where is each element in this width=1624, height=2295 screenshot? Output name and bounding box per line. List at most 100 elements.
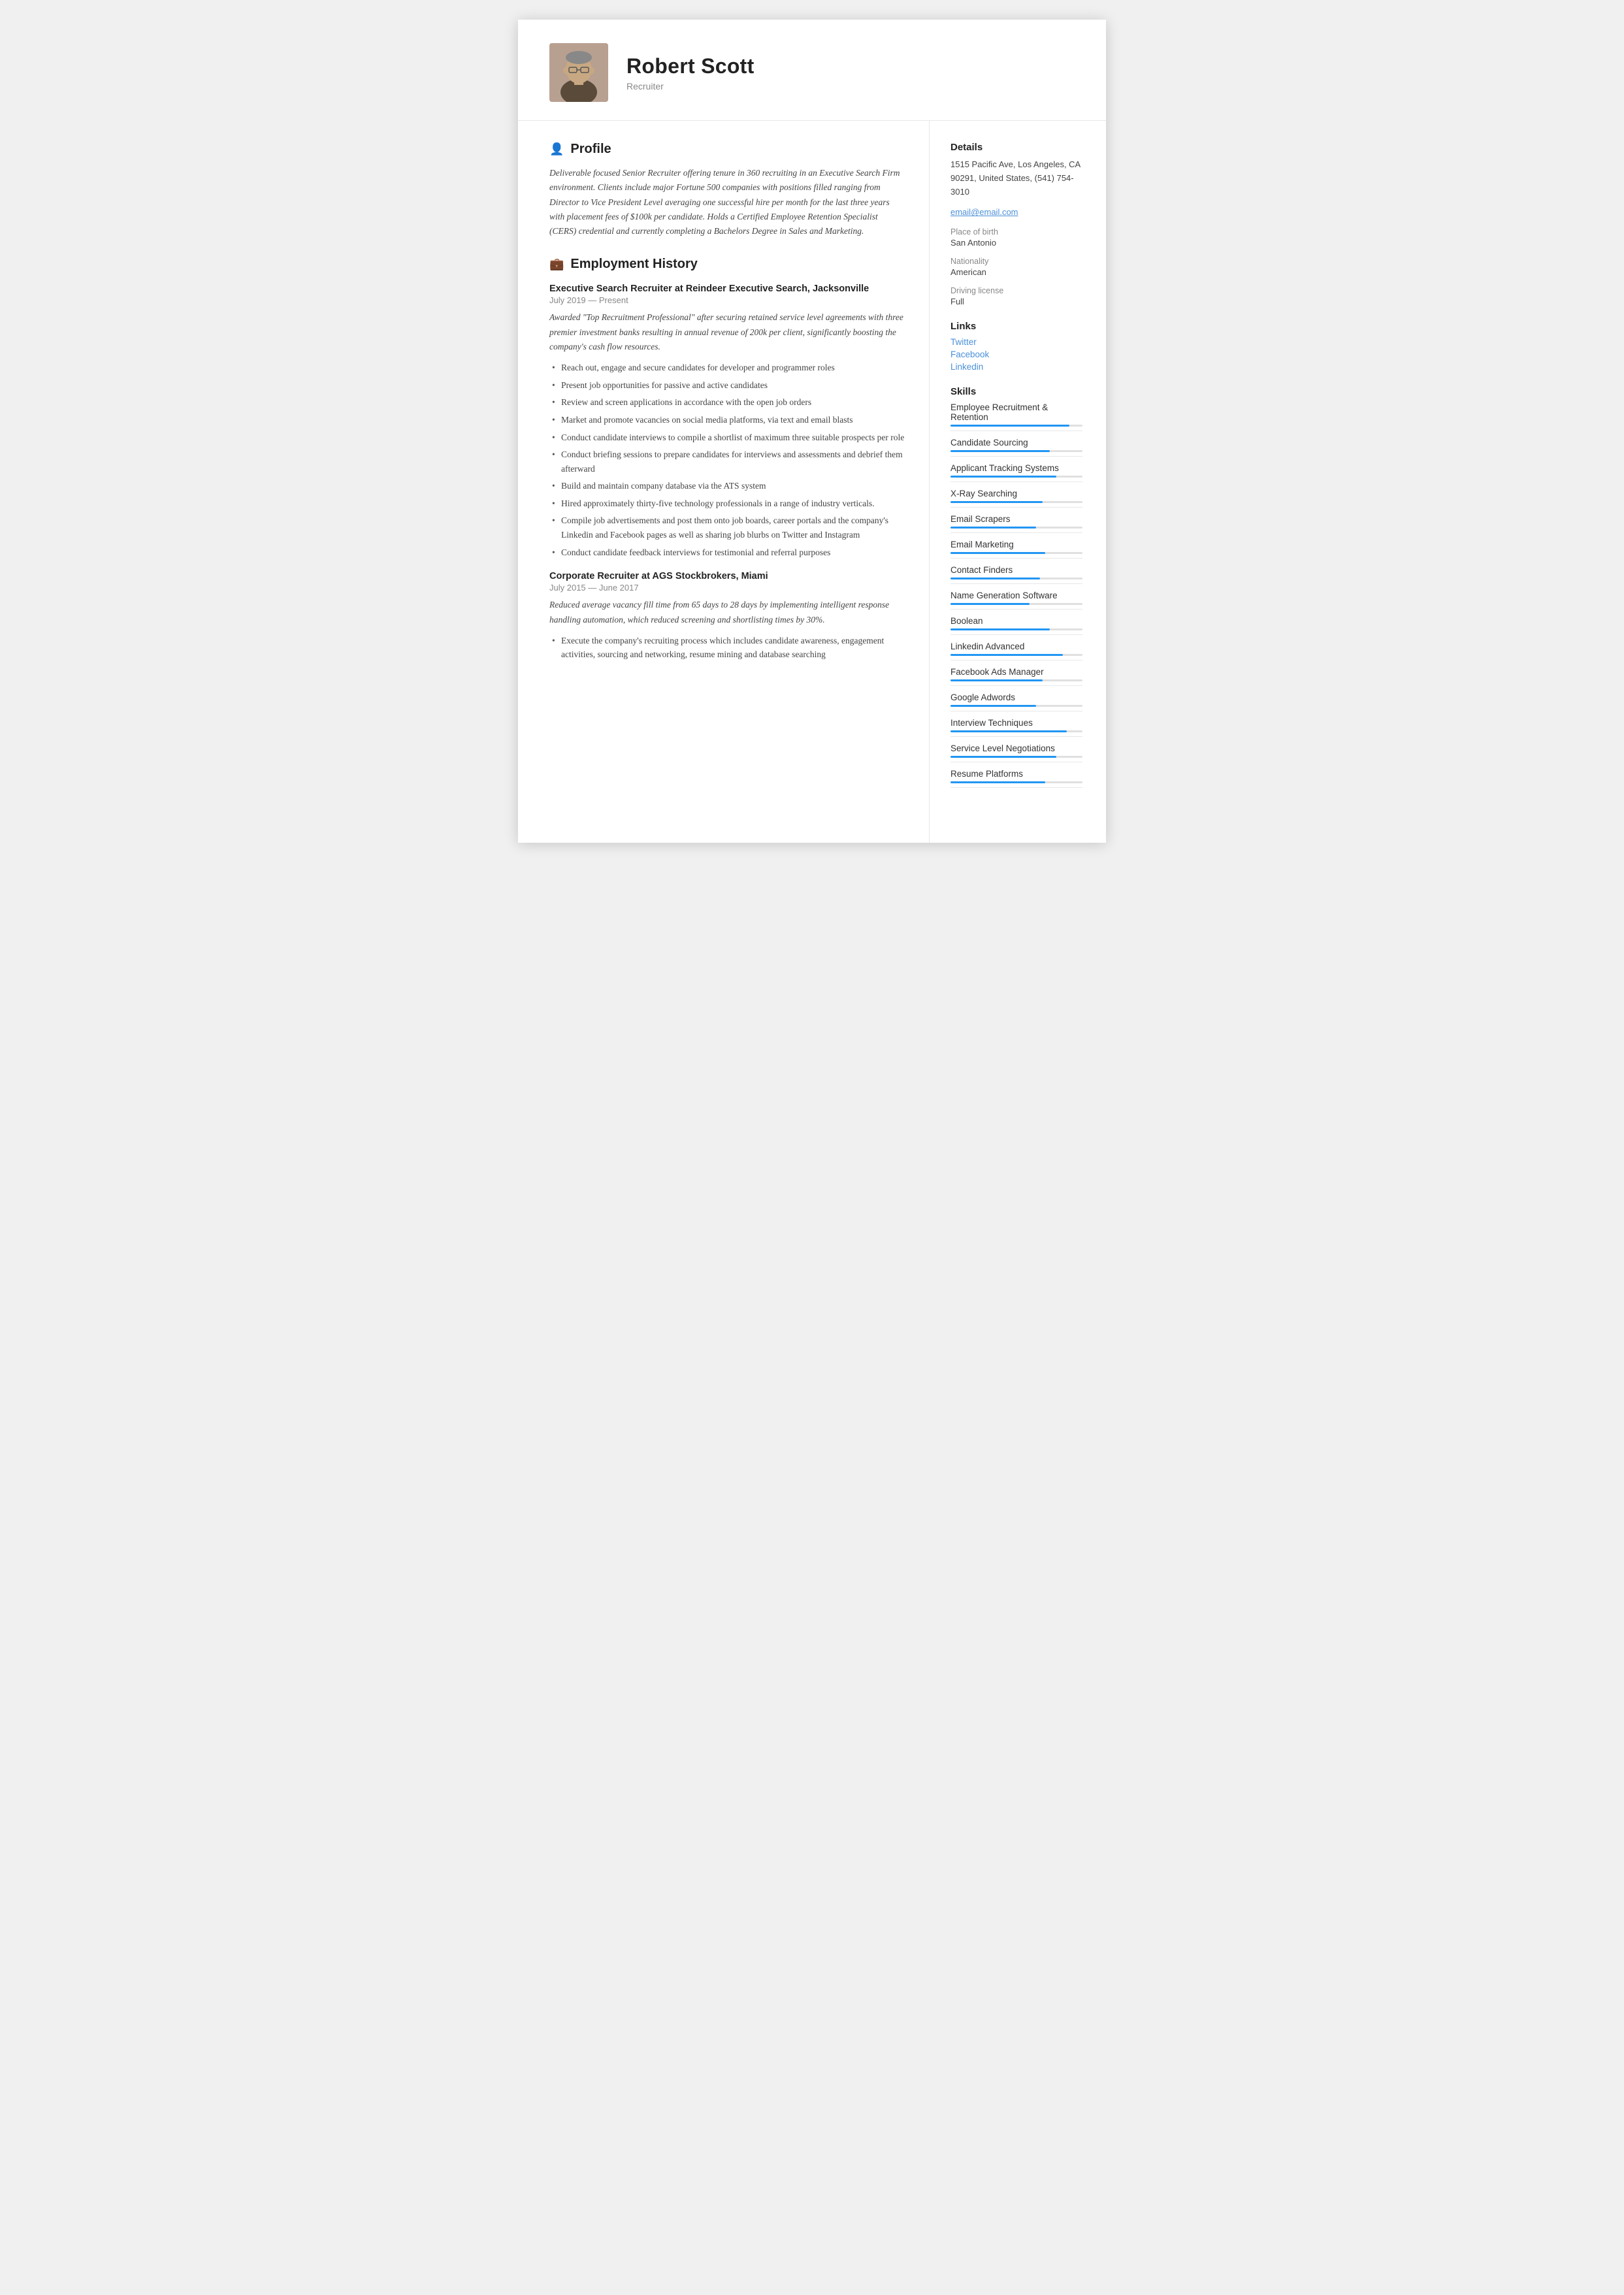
skill-item: Email Marketing <box>950 540 1082 559</box>
details-email[interactable]: email@email.com <box>950 207 1018 217</box>
place-of-birth-value: San Antonio <box>950 238 1082 248</box>
skill-name: Employee Recruitment & Retention <box>950 402 1082 422</box>
skill-name: Interview Techniques <box>950 718 1082 728</box>
job-bullets-1: Reach out, engage and secure candidates … <box>549 361 905 559</box>
skill-name: Email Scrapers <box>950 514 1082 524</box>
skill-divider <box>950 532 1082 533</box>
skill-bar-fill <box>950 450 1050 452</box>
driving-license-value: Full <box>950 297 1082 306</box>
skill-bar-fill <box>950 756 1056 758</box>
details-address: 1515 Pacific Ave, Los Angeles, CA 90291,… <box>950 158 1082 199</box>
bullet-item: Reach out, engage and secure candidates … <box>549 361 905 375</box>
nationality-value: American <box>950 267 1082 277</box>
skill-bar-track <box>950 654 1082 656</box>
skill-bar-fill <box>950 578 1040 579</box>
bullet-item: Execute the company's recruiting process… <box>549 634 905 662</box>
bullet-item: Hired approximately thirty-five technolo… <box>549 496 905 511</box>
skill-bar-fill <box>950 654 1063 656</box>
skill-bar-fill <box>950 781 1045 783</box>
skill-divider <box>950 558 1082 559</box>
skill-bar-fill <box>950 425 1069 427</box>
skill-bar-fill <box>950 552 1045 554</box>
skill-bar-track <box>950 552 1082 554</box>
skill-item: Facebook Ads Manager <box>950 667 1082 686</box>
profile-label: Profile <box>570 142 611 157</box>
skill-divider <box>950 609 1082 610</box>
left-column: 👤 Profile Deliverable focused Senior Rec… <box>518 121 930 843</box>
skill-bar-track <box>950 425 1082 427</box>
skill-divider <box>950 583 1082 584</box>
skill-item: Candidate Sourcing <box>950 438 1082 457</box>
skill-bar-track <box>950 628 1082 630</box>
employment-icon: 💼 <box>549 257 564 271</box>
skill-item: Email Scrapers <box>950 514 1082 533</box>
skill-divider <box>950 634 1082 635</box>
skill-name: Email Marketing <box>950 540 1082 549</box>
skill-bar-track <box>950 603 1082 605</box>
skills-section-title: Skills <box>950 386 1082 397</box>
skill-name: Candidate Sourcing <box>950 438 1082 448</box>
job-item: Corporate Recruiter at AGS Stockbrokers,… <box>549 571 905 662</box>
skill-item: Resume Platforms <box>950 769 1082 788</box>
skill-name: Applicant Tracking Systems <box>950 463 1082 473</box>
bullet-item: Compile job advertisements and post them… <box>549 513 905 542</box>
skill-name: Facebook Ads Manager <box>950 667 1082 677</box>
skills-list: Employee Recruitment & Retention Candida… <box>950 402 1082 788</box>
skill-item: Employee Recruitment & Retention <box>950 402 1082 431</box>
skill-bar-track <box>950 705 1082 707</box>
skill-item: Linkedin Advanced <box>950 642 1082 660</box>
link-linkedin[interactable]: Linkedin <box>950 362 1082 372</box>
job-summary-2: Reduced average vacancy fill time from 6… <box>549 598 905 627</box>
skill-bar-fill <box>950 527 1036 529</box>
job-item: Executive Search Recruiter at Reindeer E… <box>549 284 905 559</box>
skill-divider <box>950 685 1082 686</box>
employment-section-title: 💼 Employment History <box>549 257 905 272</box>
skill-name: Contact Finders <box>950 565 1082 575</box>
bullet-item: Build and maintain company database via … <box>549 479 905 493</box>
skill-bar-track <box>950 730 1082 732</box>
skill-name: Linkedin Advanced <box>950 642 1082 651</box>
skill-bar-track <box>950 527 1082 529</box>
skill-item: X-Ray Searching <box>950 489 1082 508</box>
link-facebook[interactable]: Facebook <box>950 350 1082 359</box>
candidate-name: Robert Scott <box>626 54 755 78</box>
links-list: Twitter Facebook Linkedin <box>950 337 1082 372</box>
skill-item: Google Adwords <box>950 692 1082 711</box>
avatar <box>549 43 608 102</box>
links-section-title: Links <box>950 321 1082 332</box>
skill-bar-fill <box>950 705 1036 707</box>
nationality-label: Nationality <box>950 257 1082 266</box>
skill-bar-fill <box>950 603 1030 605</box>
skill-divider <box>950 736 1082 737</box>
skill-name: Boolean <box>950 616 1082 626</box>
skill-name: Name Generation Software <box>950 591 1082 600</box>
job-dates-2: July 2015 — June 2017 <box>549 583 905 593</box>
skill-name: Resume Platforms <box>950 769 1082 779</box>
bullet-item: Review and screen applications in accord… <box>549 395 905 410</box>
skill-name: Google Adwords <box>950 692 1082 702</box>
skill-bar-fill <box>950 501 1043 503</box>
skill-item: Name Generation Software <box>950 591 1082 610</box>
skill-bar-fill <box>950 679 1043 681</box>
skill-divider <box>950 456 1082 457</box>
skill-item: Boolean <box>950 616 1082 635</box>
resume-header: Robert Scott Recruiter <box>518 20 1106 121</box>
skill-bar-track <box>950 679 1082 681</box>
candidate-subtitle: Recruiter <box>626 81 755 91</box>
skill-bar-fill <box>950 730 1067 732</box>
job-bullets-2: Execute the company's recruiting process… <box>549 634 905 662</box>
job-title-2: Corporate Recruiter at AGS Stockbrokers,… <box>549 571 905 581</box>
skill-bar-track <box>950 781 1082 783</box>
link-twitter[interactable]: Twitter <box>950 337 1082 347</box>
right-column: Details 1515 Pacific Ave, Los Angeles, C… <box>930 121 1106 843</box>
main-content: 👤 Profile Deliverable focused Senior Rec… <box>518 121 1106 843</box>
profile-section-title: 👤 Profile <box>549 142 905 157</box>
skill-name: Service Level Negotiations <box>950 743 1082 753</box>
header-text-block: Robert Scott Recruiter <box>626 54 755 91</box>
skill-bar-fill <box>950 476 1056 478</box>
skill-divider <box>950 481 1082 482</box>
skill-item: Interview Techniques <box>950 718 1082 737</box>
skill-bar-track <box>950 756 1082 758</box>
skill-item: Service Level Negotiations <box>950 743 1082 762</box>
bullet-item: Present job opportunities for passive an… <box>549 378 905 393</box>
